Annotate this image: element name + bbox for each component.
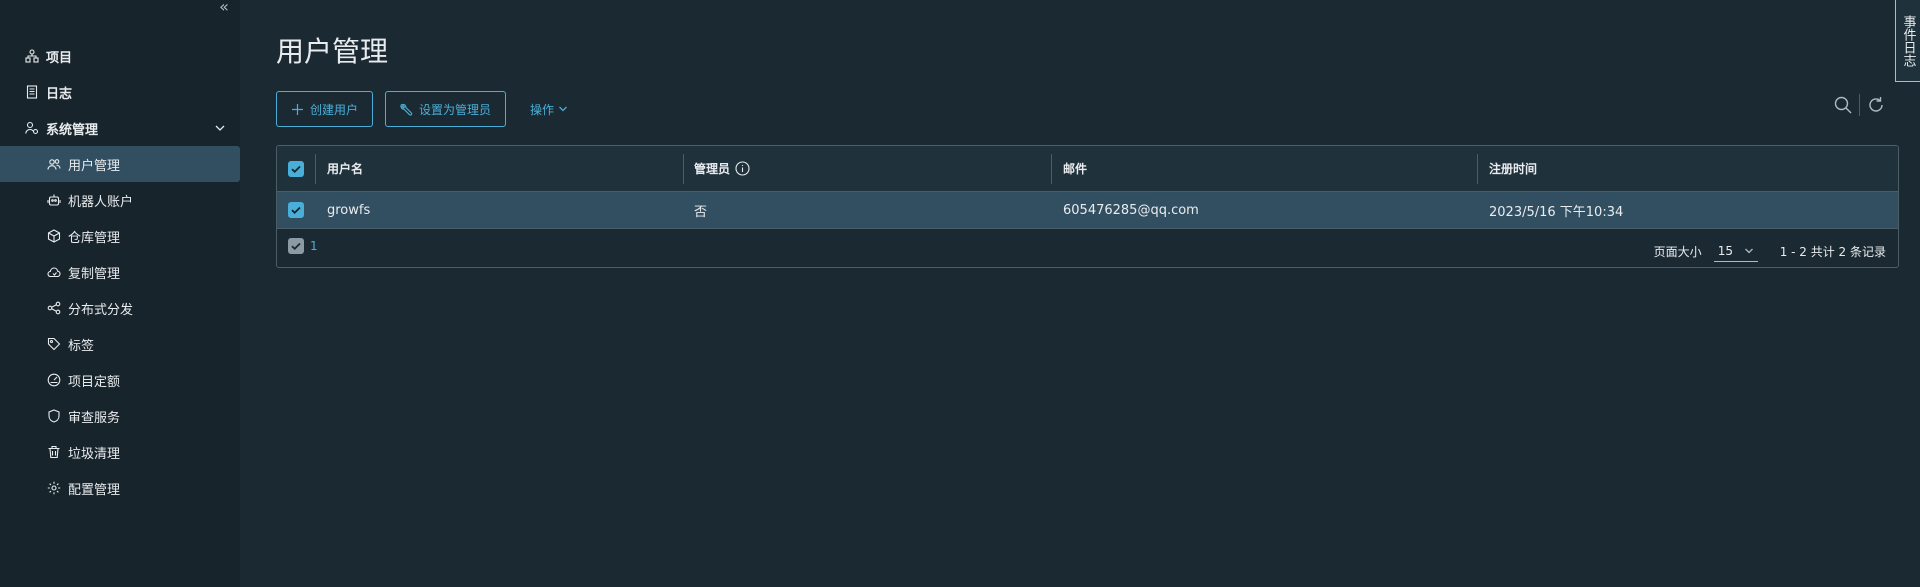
chevron-down-icon[interactable] [214,122,226,134]
users-icon [47,157,61,171]
table-footer: 1 页面大小 15 1 - 2 共计 2 条记录 [277,230,1898,267]
sidebar-nav: 项目 日志 系统管理 用户管理 机器人账户 仓库管理 复制管理 分布式分发 标签… [0,38,240,506]
robot-icon [47,193,61,207]
page-size-value: 15 [1717,243,1733,258]
cell-email: 605476285@qq.com [1063,202,1199,218]
sidebar-item-configuration[interactable]: 配置管理 [0,470,240,506]
row-select-cell [277,192,315,228]
plus-icon [291,103,304,116]
pagination-summary: 1 - 2 共计 2 条记录 [1779,244,1886,259]
sidebar-item-gc[interactable]: 垃圾清理 [0,434,240,470]
sidebar-item-label: 日志 [46,86,73,102]
column-divider[interactable] [1051,154,1052,184]
selected-count[interactable]: 1 [310,239,318,253]
sidebar-item-label: 机器人账户 [68,194,134,210]
search-icon[interactable] [1833,95,1853,115]
chevron-down-icon [558,104,568,114]
sidebar-item-label: 配置管理 [68,482,121,498]
divider [1859,94,1860,116]
column-header-username[interactable]: 用户名 [327,146,363,191]
sidebar-item-label: 项目定额 [68,374,121,390]
gear-icon [47,481,61,495]
selection-summary: 1 [288,238,318,254]
sidebar-item-label: 仓库管理 [68,230,121,246]
page-title: 用户管理 [276,35,389,68]
sidebar-item-label: 分布式分发 [68,302,134,318]
grid-tools [1833,94,1886,116]
replication-icon [47,265,61,279]
wrench-icon [400,103,413,116]
event-log-tab[interactable]: 事件日志 [1895,0,1920,82]
sidebar-item-robot-accounts[interactable]: 机器人账户 [0,182,240,218]
pagination: 页面大小 15 1 - 2 共计 2 条记录 [1654,240,1886,262]
tag-icon [47,337,61,351]
column-divider[interactable] [1477,154,1478,184]
chevron-down-icon [1744,248,1753,253]
sidebar-item-label: 用户管理 [68,158,121,174]
create-user-label: 创建用户 [310,102,359,117]
set-admin-label: 设置为管理员 [419,102,492,117]
main-content: 用户管理 创建用户 设置为管理员 操作 用户名 管理员 邮件 注册时间 grow… [240,0,1920,587]
sidebar-item-quotas[interactable]: 项目定额 [0,362,240,398]
row-checkbox[interactable] [288,202,304,218]
page-size-label: 页面大小 [1653,244,1702,259]
sidebar-item-users[interactable]: 用户管理 [0,146,240,182]
select-all-cell [277,146,315,191]
distribution-icon [47,301,61,315]
create-user-button[interactable]: 创建用户 [276,91,374,127]
project-icon [25,49,39,63]
column-header-registered[interactable]: 注册时间 [1489,146,1537,191]
sidebar-item-logs[interactable]: 日志 [0,74,240,110]
column-divider[interactable] [683,154,684,184]
select-all-checkbox[interactable] [288,160,304,177]
column-header-email[interactable]: 邮件 [1063,146,1087,191]
column-header-admin[interactable]: 管理员 [694,146,750,191]
sidebar-item-label: 系统管理 [46,122,99,138]
refresh-icon[interactable] [1866,95,1886,115]
cell-username: growfs [327,202,371,218]
set-admin-button[interactable]: 设置为管理员 [385,91,507,127]
selection-checkbox[interactable] [288,238,304,254]
sidebar-item-replication[interactable]: 复制管理 [0,254,240,290]
sidebar-item-projects[interactable]: 项目 [0,38,240,74]
log-icon [25,85,39,99]
sidebar: « 项目 日志 系统管理 用户管理 机器人账户 仓库管理 复制管理 分布式分发 … [0,0,240,587]
toolbar: 创建用户 设置为管理员 操作 [276,91,592,127]
column-divider [315,154,316,184]
registry-icon [47,229,61,243]
info-icon[interactable] [735,161,750,176]
sidebar-item-label: 复制管理 [68,266,121,282]
system-admin-icon [25,121,39,135]
sidebar-item-label: 标签 [68,338,95,354]
collapse-sidebar-icon[interactable]: « [214,0,234,16]
quota-icon [47,373,61,387]
sidebar-item-system-admin[interactable]: 系统管理 [0,110,240,146]
sidebar-item-scanners[interactable]: 审查服务 [0,398,240,434]
table-row[interactable]: growfs 否 605476285@qq.com 2023/5/16 下午10… [277,192,1898,229]
actions-dropdown[interactable]: 操作 [518,91,580,127]
users-datagrid: 用户名 管理员 邮件 注册时间 growfs 否 605476285@qq.co… [276,145,1899,268]
page-size-select[interactable]: 15 [1713,240,1758,262]
sidebar-item-distribution[interactable]: 分布式分发 [0,290,240,326]
sidebar-item-labels[interactable]: 标签 [0,326,240,362]
cell-admin: 否 [694,204,708,220]
sidebar-item-label: 审查服务 [68,410,121,426]
shield-icon [47,409,61,423]
sidebar-item-label: 项目 [46,50,73,66]
cell-registered: 2023/5/16 下午10:34 [1489,204,1624,220]
actions-label: 操作 [530,102,555,117]
sidebar-item-label: 垃圾清理 [68,446,121,462]
sidebar-item-registries[interactable]: 仓库管理 [0,218,240,254]
table-header: 用户名 管理员 邮件 注册时间 [277,146,1898,192]
trash-icon [47,445,61,459]
